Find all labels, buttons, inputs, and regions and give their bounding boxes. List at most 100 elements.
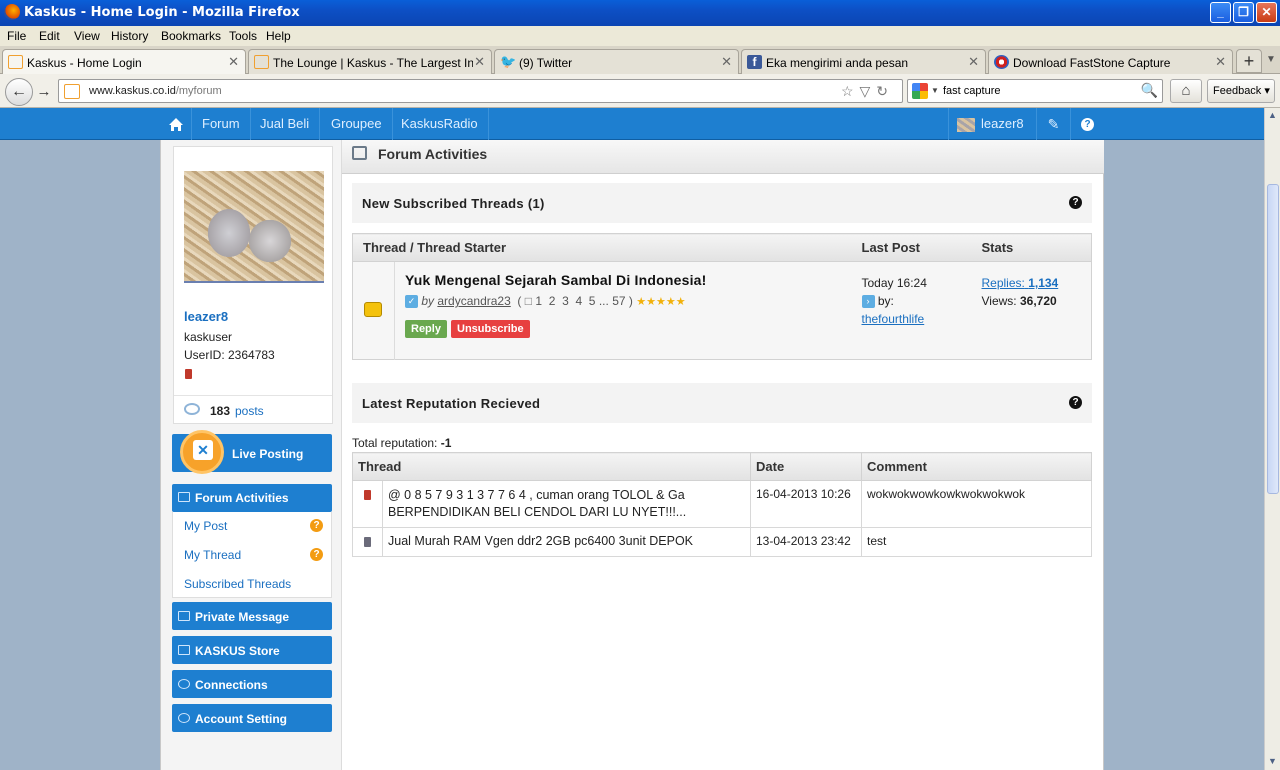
tab-the-lounge[interactable]: The Lounge | Kaskus - The Largest Indo..… — [248, 49, 492, 74]
reply-button[interactable]: Reply — [405, 320, 447, 339]
url-text[interactable]: www.kaskus.co.id/myforum — [89, 85, 222, 97]
left-sidebar: leazer8 kaskuser UserID: 2364783 183 pos… — [161, 140, 342, 770]
scroll-up-icon[interactable]: ▲ — [1268, 110, 1277, 120]
close-tab-icon[interactable]: ✕ — [474, 54, 485, 70]
site-nav-forum[interactable]: Forum — [192, 108, 251, 140]
menu-help[interactable]: Help — [266, 29, 291, 43]
reputation-comment: test — [861, 527, 1092, 557]
maximize-button[interactable]: ❐ — [1233, 2, 1254, 23]
page-scrollbar[interactable]: ▲ ▼ — [1264, 108, 1280, 770]
thread-title[interactable]: Yuk Mengenal Sejarah Sambal Di Indonesia… — [405, 272, 842, 288]
profile-rank: kaskuser — [184, 330, 233, 344]
tab-twitter[interactable]: 🐦 (9) Twitter ✕ — [494, 49, 739, 74]
help-icon[interactable]: ? — [1069, 396, 1082, 409]
menu-tools[interactable]: Tools — [229, 29, 257, 43]
reputation-thread-link[interactable]: Jual Murah RAM Vgen ddr2 2GB pc6400 3uni… — [382, 527, 751, 557]
last-post-user-link[interactable]: thefourthlife — [862, 310, 972, 328]
google-icon[interactable] — [912, 83, 928, 99]
site-nav-user[interactable]: leazer8 — [948, 108, 1034, 140]
scroll-down-icon[interactable]: ▼ — [1268, 756, 1277, 766]
page-link[interactable]: 2 — [549, 294, 556, 308]
main-header: Forum Activities — [342, 140, 1104, 174]
connections-button[interactable]: Connections — [172, 670, 332, 698]
help-icon[interactable]: ? — [1070, 108, 1104, 140]
chat-bubble-icon — [184, 403, 200, 415]
posts-link[interactable]: posts — [235, 404, 264, 418]
profile-avatar[interactable] — [184, 171, 324, 283]
search-bar[interactable]: ▼ fast capture 🔍 — [907, 79, 1163, 103]
site-nav-jual-beli[interactable]: Jual Beli — [250, 108, 321, 140]
menu-bookmarks[interactable]: Bookmarks — [161, 29, 221, 43]
site-nav-kaskusradio[interactable]: KaskusRadio — [391, 108, 489, 140]
profile-user-id: UserID: 2364783 — [184, 348, 275, 362]
scrollbar-thumb[interactable] — [1267, 184, 1279, 494]
col-stats: Stats — [971, 233, 1092, 262]
page-link[interactable]: 5 — [589, 294, 596, 308]
page-link[interactable]: 4 — [575, 294, 582, 308]
search-input[interactable]: fast capture — [943, 85, 1000, 97]
navigation-toolbar: ← → www.kaskus.co.id/myforum ☆▽↻ ▼ fast … — [0, 74, 1280, 108]
search-engine-dropdown-icon[interactable]: ▼ — [931, 86, 939, 95]
forum-activities-button[interactable]: Forum Activities — [172, 484, 332, 512]
account-setting-button[interactable]: Account Setting — [172, 704, 332, 732]
close-tab-icon[interactable]: ✕ — [228, 54, 239, 70]
menu-view[interactable]: View — [74, 29, 100, 43]
reputation-thread-link[interactable]: @ 0 8 5 7 9 3 1 3 7 7 6 4 , cuman orang … — [382, 480, 751, 528]
checkbox-icon[interactable]: ✓ — [405, 295, 418, 309]
tab-scroll-icon[interactable]: ▼ — [1266, 54, 1276, 65]
sidebar-item-my-post[interactable]: My Post — [184, 519, 227, 533]
table-row: Yuk Mengenal Sejarah Sambal Di Indonesia… — [352, 261, 1092, 360]
page-link[interactable]: 1 — [535, 294, 542, 308]
tab-kaskus-home[interactable]: Kaskus - Home Login ✕ — [2, 49, 246, 75]
tab-label: Eka mengirimi anda pesan — [766, 56, 909, 70]
close-tab-icon[interactable]: ✕ — [968, 54, 979, 70]
help-question-icon[interactable]: ? — [310, 519, 323, 532]
page-ellipsis: ... — [598, 294, 609, 308]
close-tab-icon[interactable]: ✕ — [721, 54, 732, 70]
tab-bar: Kaskus - Home Login ✕ The Lounge | Kasku… — [0, 46, 1280, 75]
page-link[interactable]: 3 — [562, 294, 569, 308]
forward-button[interactable]: → — [34, 82, 54, 102]
tab-facebook[interactable]: f Eka mengirimi anda pesan ✕ — [741, 49, 986, 74]
tab-faststone[interactable]: Download FastStone Capture ✕ — [988, 49, 1233, 74]
thread-starter-link[interactable]: ardycandra23 — [437, 294, 510, 308]
feedback-button[interactable]: Feedback ▾ — [1207, 79, 1275, 103]
go-to-post-icon[interactable]: › — [861, 295, 875, 309]
profile-posts[interactable]: 183 posts — [174, 395, 332, 423]
edit-pencil-icon[interactable]: ✎ — [1036, 108, 1070, 140]
folder-icon — [364, 302, 382, 317]
help-question-icon[interactable]: ? — [310, 548, 323, 561]
profile-username[interactable]: leazer8 — [184, 309, 228, 324]
faststone-icon — [994, 55, 1009, 69]
bookmark-star-icon[interactable]: ☆▽↻ — [841, 83, 894, 100]
unsubscribe-button[interactable]: Unsubscribe — [451, 320, 530, 339]
sidebar-item-subscribed-threads[interactable]: Subscribed Threads — [184, 577, 291, 591]
help-icon[interactable]: ? — [1069, 196, 1082, 209]
back-button[interactable]: ← — [5, 78, 33, 106]
sidebar-item-my-thread[interactable]: My Thread — [184, 548, 241, 562]
page-link[interactable]: 57 — [612, 294, 625, 308]
replies-link[interactable]: Replies: 1,134 — [982, 274, 1092, 292]
col-comment: Comment — [861, 452, 1092, 481]
search-icon[interactable]: 🔍 — [1141, 82, 1158, 99]
home-button[interactable]: ⌂ — [1170, 79, 1202, 103]
kaskus-store-button[interactable]: KASKUS Store — [172, 636, 332, 664]
site-home-icon[interactable] — [160, 108, 192, 140]
minimize-button[interactable]: _ — [1210, 2, 1231, 23]
menu-history[interactable]: History — [111, 29, 148, 43]
menu-file[interactable]: File — [7, 29, 26, 43]
private-message-button[interactable]: Private Message — [172, 602, 332, 630]
list-icon — [178, 492, 190, 502]
total-reputation: Total reputation: -1 — [352, 436, 452, 450]
close-tab-icon[interactable]: ✕ — [1215, 54, 1226, 70]
url-bar[interactable]: www.kaskus.co.id/myforum ☆▽↻ — [58, 79, 903, 103]
site-nav-groupee[interactable]: Groupee — [321, 108, 393, 140]
last-post-time: Today 16:24 — [861, 276, 927, 290]
new-tab-button[interactable]: + — [1236, 49, 1262, 73]
close-window-button[interactable]: ✕ — [1256, 2, 1277, 23]
live-posting-button[interactable]: ✕ Live Posting — [172, 430, 332, 474]
site-identity-icon[interactable] — [64, 84, 80, 99]
views-stat: Views: 36,720 — [981, 294, 1057, 308]
menu-edit[interactable]: Edit — [39, 29, 60, 43]
subscribed-threads-header: New Subscribed Threads (1) ? — [352, 183, 1092, 223]
